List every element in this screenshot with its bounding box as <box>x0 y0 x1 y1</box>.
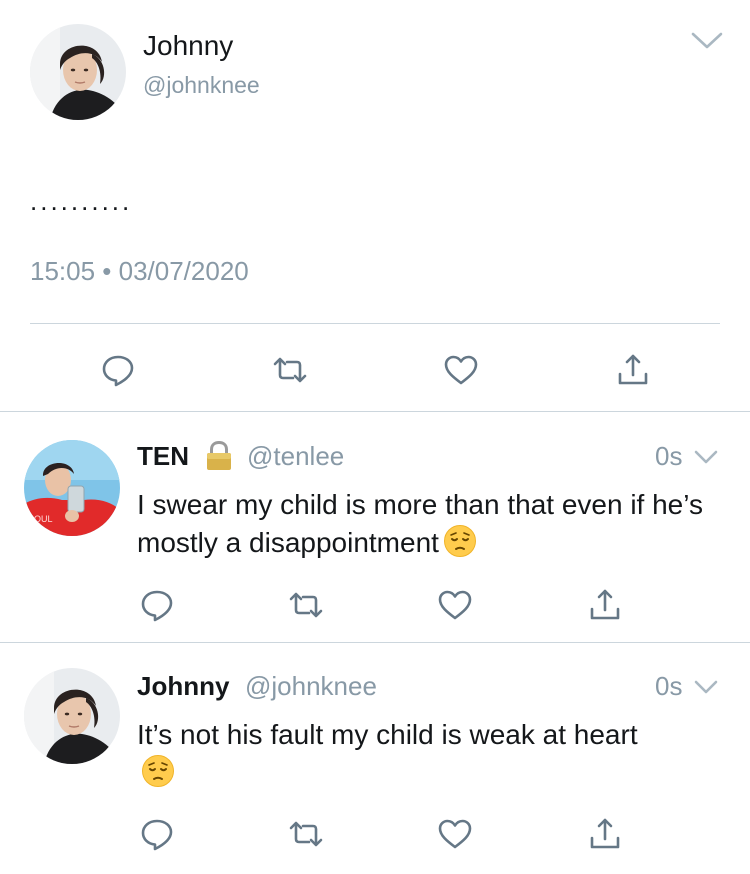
chevron-down-icon[interactable] <box>693 678 719 696</box>
like-button[interactable] <box>435 585 475 625</box>
lock-icon <box>204 440 234 472</box>
reply-button[interactable] <box>137 814 177 854</box>
display-name[interactable]: TEN <box>137 441 189 472</box>
avatar[interactable]: OUL <box>24 440 120 536</box>
share-icon <box>587 587 623 623</box>
reply-icon <box>139 587 175 623</box>
chevron-down-icon[interactable] <box>690 30 724 52</box>
tweet-text: .......... <box>30 186 133 216</box>
retweet-icon <box>272 352 308 388</box>
share-icon <box>615 352 651 388</box>
display-name[interactable]: Johnny <box>143 30 233 62</box>
share-button[interactable] <box>585 814 625 854</box>
share-button[interactable] <box>613 350 653 390</box>
pensive-face-emoji <box>141 754 175 788</box>
tweet-text-content: I swear my child is more than that even … <box>137 489 703 558</box>
user-handle[interactable]: @tenlee <box>247 441 344 472</box>
retweet-button[interactable] <box>286 585 326 625</box>
retweet-button[interactable] <box>286 814 326 854</box>
chevron-down-icon[interactable] <box>693 448 719 466</box>
reply-icon <box>139 816 175 852</box>
like-icon <box>437 816 473 852</box>
tweet-text: It’s not his fault my child is weak at h… <box>137 716 657 792</box>
reply-button[interactable] <box>98 350 138 390</box>
like-button[interactable] <box>441 350 481 390</box>
reply-icon <box>100 352 136 388</box>
pensive-face-emoji <box>443 524 477 558</box>
share-icon <box>587 816 623 852</box>
svg-text:OUL: OUL <box>34 514 53 524</box>
display-name[interactable]: Johnny <box>137 671 229 702</box>
like-icon <box>437 587 473 623</box>
tweet-text: I swear my child is more than that even … <box>137 486 717 562</box>
avatar[interactable] <box>30 24 126 120</box>
like-button[interactable] <box>435 814 475 854</box>
main-tweet: Johnny @johnknee .......... 15:05 • 03/0… <box>0 0 750 412</box>
avatar[interactable] <box>24 668 120 764</box>
like-icon <box>443 352 479 388</box>
divider <box>30 323 720 324</box>
user-handle[interactable]: @johnknee <box>245 671 377 702</box>
reply-button[interactable] <box>137 585 177 625</box>
reply-time[interactable]: 0s <box>655 671 682 702</box>
share-button[interactable] <box>585 585 625 625</box>
divider <box>0 411 750 412</box>
user-handle[interactable]: @johnknee <box>143 72 260 99</box>
tweet-text-content: It’s not his fault my child is weak at h… <box>137 719 638 750</box>
retweet-icon <box>288 816 324 852</box>
tweet-timestamp[interactable]: 15:05 • 03/07/2020 <box>30 256 249 287</box>
reply-time[interactable]: 0s <box>655 441 682 472</box>
divider <box>0 642 750 643</box>
retweet-icon <box>288 587 324 623</box>
retweet-button[interactable] <box>270 350 310 390</box>
